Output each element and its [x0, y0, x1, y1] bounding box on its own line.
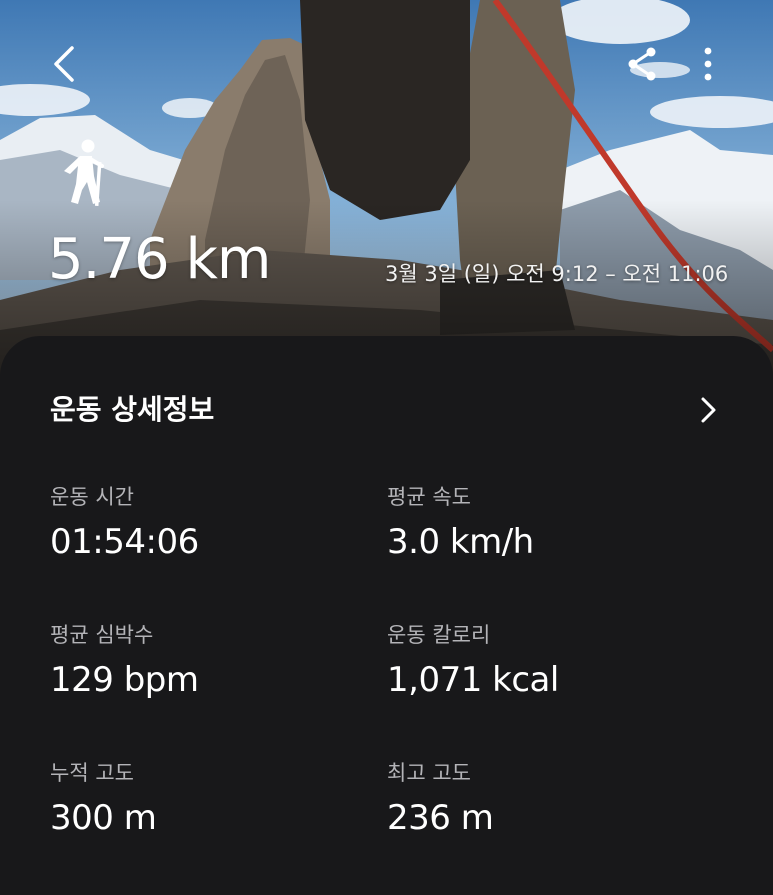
stat-label: 평균 심박수	[50, 623, 154, 647]
chevron-right-icon	[701, 397, 716, 423]
stat-label: 운동 시간	[50, 485, 134, 509]
distance-value: 5.76 km	[48, 227, 271, 292]
stat-workout-time: 운동 시간 01:54:06	[50, 482, 370, 564]
stat-calories: 운동 칼로리 1,071 kcal	[387, 620, 707, 702]
workout-details-header[interactable]: 운동 상세정보	[0, 336, 773, 486]
stat-value: 1,071 kcal	[387, 660, 559, 700]
stat-label: 누적 고도	[50, 761, 134, 785]
more-options-button[interactable]	[690, 40, 726, 88]
share-button[interactable]	[618, 40, 666, 88]
share-icon	[628, 47, 656, 81]
back-button[interactable]	[40, 40, 88, 88]
stat-value: 300 m	[50, 798, 157, 838]
stat-value: 236 m	[387, 798, 494, 838]
stat-label: 최고 고도	[387, 761, 471, 785]
workout-detail-screen: 5.76 km 3월 3일 (일) 오전 9:12 – 오전 11:06 운동 …	[0, 0, 773, 895]
stat-label: 평균 속도	[387, 485, 471, 509]
stat-value: 01:54:06	[50, 522, 199, 562]
stat-average-heart-rate: 평균 심박수 129 bpm	[50, 620, 370, 702]
stat-value: 129 bpm	[50, 660, 199, 700]
workout-details-card: 운동 상세정보 운동 시간 01:54:06 평균 속도 3.0 km/h 평균…	[0, 336, 773, 895]
stat-average-speed: 평균 속도 3.0 km/h	[387, 482, 707, 564]
stat-elevation-gain: 누적 고도 300 m	[50, 758, 370, 840]
chevron-left-icon	[54, 46, 74, 82]
workout-datetime: 3월 3일 (일) 오전 9:12 – 오전 11:06	[385, 262, 729, 286]
stat-value: 3.0 km/h	[387, 522, 534, 562]
hiking-icon	[58, 138, 114, 208]
more-vertical-icon	[704, 47, 712, 81]
workout-details-title: 운동 상세정보	[50, 393, 215, 426]
stat-max-altitude: 최고 고도 236 m	[387, 758, 707, 840]
stat-label: 운동 칼로리	[387, 623, 491, 647]
